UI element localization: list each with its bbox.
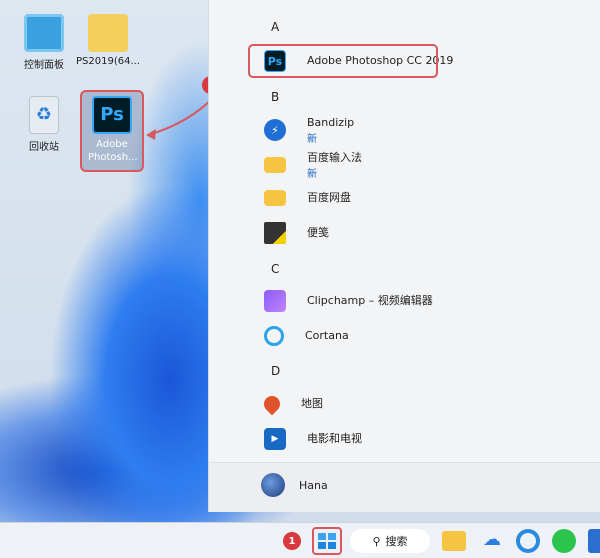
section-letter[interactable]: A — [271, 20, 279, 34]
app-item-maps[interactable]: 地图 — [259, 388, 589, 420]
app-item-movies-tv[interactable]: ▶ 电影和电视 — [259, 423, 589, 455]
taskbar: 1 ⚲ 搜索 ☁ — [0, 522, 600, 558]
app-item-baidu-input[interactable]: 百度输入法新 — [259, 149, 589, 181]
app-item-clipchamp[interactable]: Clipchamp – 视频编辑器 — [259, 285, 589, 317]
browser-icon[interactable] — [516, 529, 540, 553]
section-letter[interactable]: D — [271, 364, 280, 378]
folder-icon — [264, 190, 286, 206]
maps-icon — [260, 392, 284, 416]
search-icon: ⚲ — [372, 534, 381, 548]
cortana-icon — [264, 326, 284, 346]
file-explorer-icon[interactable] — [442, 531, 466, 551]
baidu-netdisk-icon[interactable]: ☁ — [480, 529, 504, 553]
app-item-bandizip[interactable]: ⚡ Bandizip 新 — [259, 114, 589, 146]
app-item-cortana[interactable]: Cortana — [259, 320, 589, 352]
section-letter[interactable]: B — [271, 90, 279, 104]
app-item-baidu-netdisk[interactable]: 百度网盘 — [259, 182, 589, 214]
app-icon[interactable] — [588, 529, 600, 553]
start-button[interactable] — [312, 527, 342, 555]
sticky-notes-icon — [264, 222, 286, 244]
user-bar: Hana — [209, 462, 600, 512]
avatar — [261, 473, 285, 497]
step-badge-1: 1 — [283, 532, 301, 550]
movies-icon: ▶ — [264, 428, 286, 450]
user-button[interactable]: Hana — [261, 473, 328, 497]
folder-icon — [264, 157, 286, 173]
bandizip-icon: ⚡ — [264, 119, 286, 141]
highlight-photoshop — [248, 44, 438, 78]
section-letter[interactable]: C — [271, 262, 279, 276]
wechat-icon[interactable] — [552, 529, 576, 553]
clipchamp-icon — [264, 290, 286, 312]
app-item-sticky-notes[interactable]: 便笺 — [259, 217, 589, 249]
search-button[interactable]: ⚲ 搜索 — [350, 529, 430, 553]
